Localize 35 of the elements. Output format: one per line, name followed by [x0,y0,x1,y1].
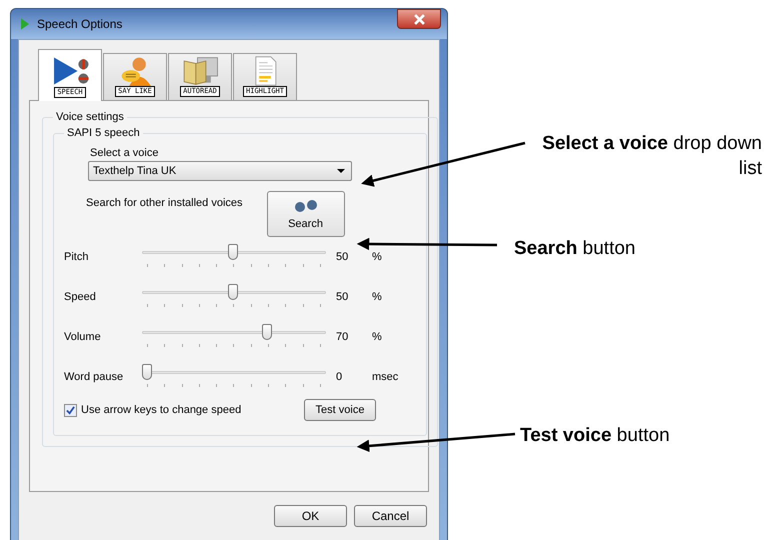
slider-value: 50 [336,251,350,263]
annotation-text: Search button [514,237,636,261]
voice-dropdown[interactable]: Texthelp Tina UK [88,161,352,181]
slider-label: Pitch [64,251,90,263]
group-title: Voice settings [55,111,125,123]
slider-thumb[interactable] [228,284,238,300]
slider-thumb[interactable] [228,244,238,260]
annotation-text: Select a voice drop down list [541,132,762,181]
checkbox[interactable] [64,404,77,416]
test-voice-button[interactable]: Test voice [304,399,376,421]
caret-icon [337,169,345,173]
voice-label: Select a voice [90,147,160,159]
dialog-button[interactable]: Cancel [354,505,427,527]
unit-label: msec [372,371,400,383]
slider-value: 50 [336,291,350,303]
unit-label: % [372,251,383,263]
close-button[interactable] [397,9,441,29]
group-title: SAPI 5 speech [66,127,141,139]
annotation-text: Test voice button [520,424,670,448]
slider-label: Word pause [64,371,124,383]
slider-value: 70 [336,331,350,343]
search-label: Search for other installed voices [86,197,243,209]
slider-thumb[interactable] [142,364,152,380]
play-icon [21,18,29,30]
window-title: Speech Options [37,17,124,31]
checkbox-label: Use arrow keys to change speed [81,404,242,416]
slider-value: 0 [336,371,344,383]
search-button[interactable]: Search [266,191,345,237]
dialog-button[interactable]: OK [274,505,347,527]
close-icon [414,14,424,24]
unit-label: % [372,331,383,343]
unit-label: % [372,291,383,303]
slider-label: Volume [64,331,102,343]
slider-label: Speed [64,291,97,303]
slider-thumb[interactable] [262,324,272,340]
